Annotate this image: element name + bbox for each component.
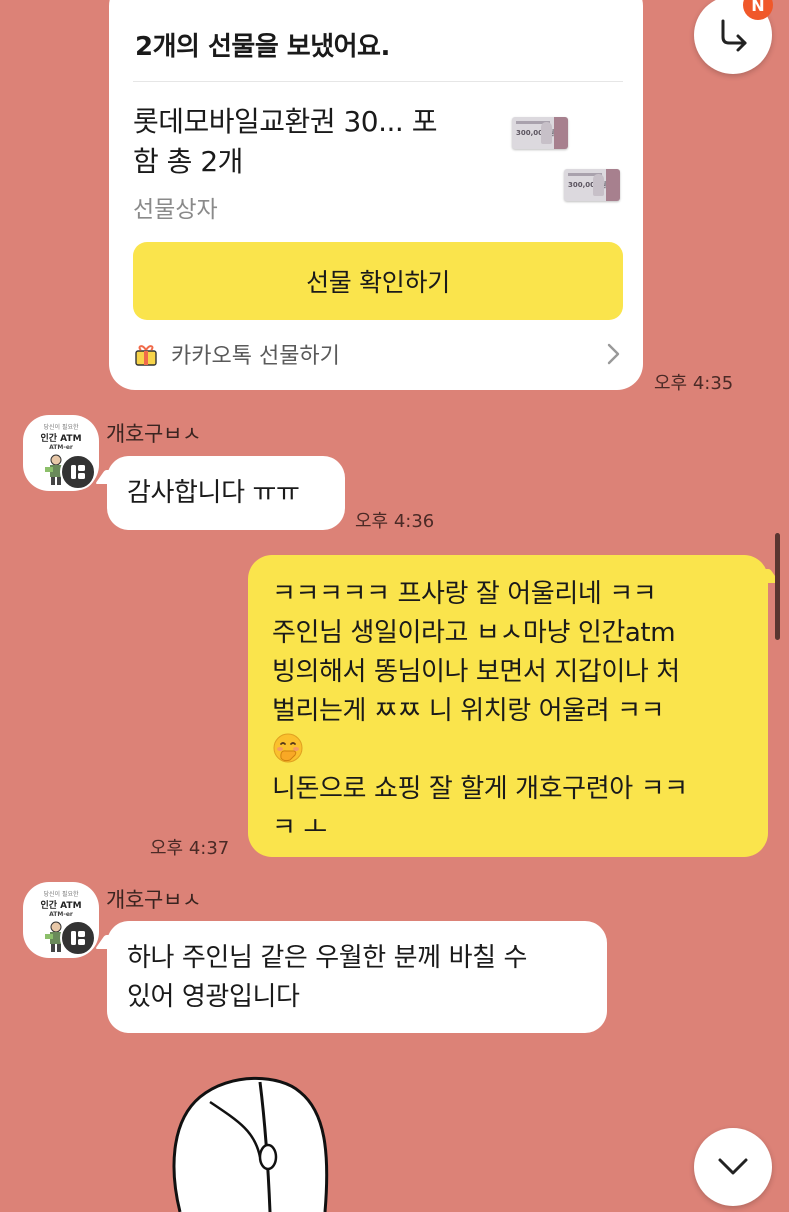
gift-product-name: 롯데모바일교환권 30... 포 함 총 2개 xyxy=(133,105,437,178)
message-text: ㅋㅋㅋㅋㅋ 프사랑 잘 어울리네 ㅋㅋ 주인님 생일이라고 ㅂㅅ마냥 인간atm… xyxy=(272,579,688,843)
chevron-down-icon xyxy=(718,1158,748,1175)
gift-box-icon xyxy=(135,345,157,366)
sender-name: 개호구ㅂㅅ xyxy=(106,422,202,446)
voucher-image: 300,000원 xyxy=(512,117,568,149)
share-arrow-icon xyxy=(721,19,747,52)
incoming-message[interactable]: 하나 주인님 같은 우월한 분께 바칠 수 있어 영광입니다 xyxy=(95,921,607,1033)
voucher-image: 300,000원 xyxy=(564,169,620,201)
incoming-message[interactable]: 감사합니다 ㅠㅠ xyxy=(95,456,345,530)
confirm-gift-button[interactable]: 선물 확인하기 xyxy=(133,242,623,320)
message-text: 하나 주인님 같은 우월한 분께 바칠 수 있어 영광입니다 xyxy=(127,943,527,1012)
gift-title: 2개의 선물을 보냈어요. xyxy=(135,32,390,62)
scroll-down-button[interactable] xyxy=(694,1128,772,1206)
gift-divider xyxy=(133,81,623,82)
scrollbar[interactable] xyxy=(775,533,780,640)
message-text: 감사합니다 ㅠㅠ xyxy=(127,478,300,508)
face-with-hand-over-mouth-icon xyxy=(273,733,303,763)
gift-subtitle: 선물상자 xyxy=(133,197,218,223)
channel-badge-icon xyxy=(60,454,96,490)
kakao-gift-link[interactable]: 카카오톡 선물하기 xyxy=(133,330,623,378)
channel-badge-icon xyxy=(60,920,96,956)
message-time: 오후 4:36 xyxy=(355,511,435,532)
sender-name: 개호구ㅂㅅ xyxy=(106,888,202,912)
sticker-image[interactable] xyxy=(160,1062,360,1212)
gift-message-card[interactable]: 2개의 선물을 보냈어요. 롯데모바일교환권 30... 포 함 총 2개 선물… xyxy=(109,0,643,390)
outgoing-message[interactable]: ㅋㅋㅋㅋㅋ 프사랑 잘 어울리네 ㅋㅋ 주인님 생일이라고 ㅂㅅ마냥 인간atm… xyxy=(248,555,780,857)
message-time: 오후 4:37 xyxy=(150,838,230,859)
chevron-right-icon xyxy=(607,343,620,365)
message-time: 오후 4:35 xyxy=(654,373,734,394)
kakao-gift-label: 카카오톡 선물하기 xyxy=(171,344,340,369)
